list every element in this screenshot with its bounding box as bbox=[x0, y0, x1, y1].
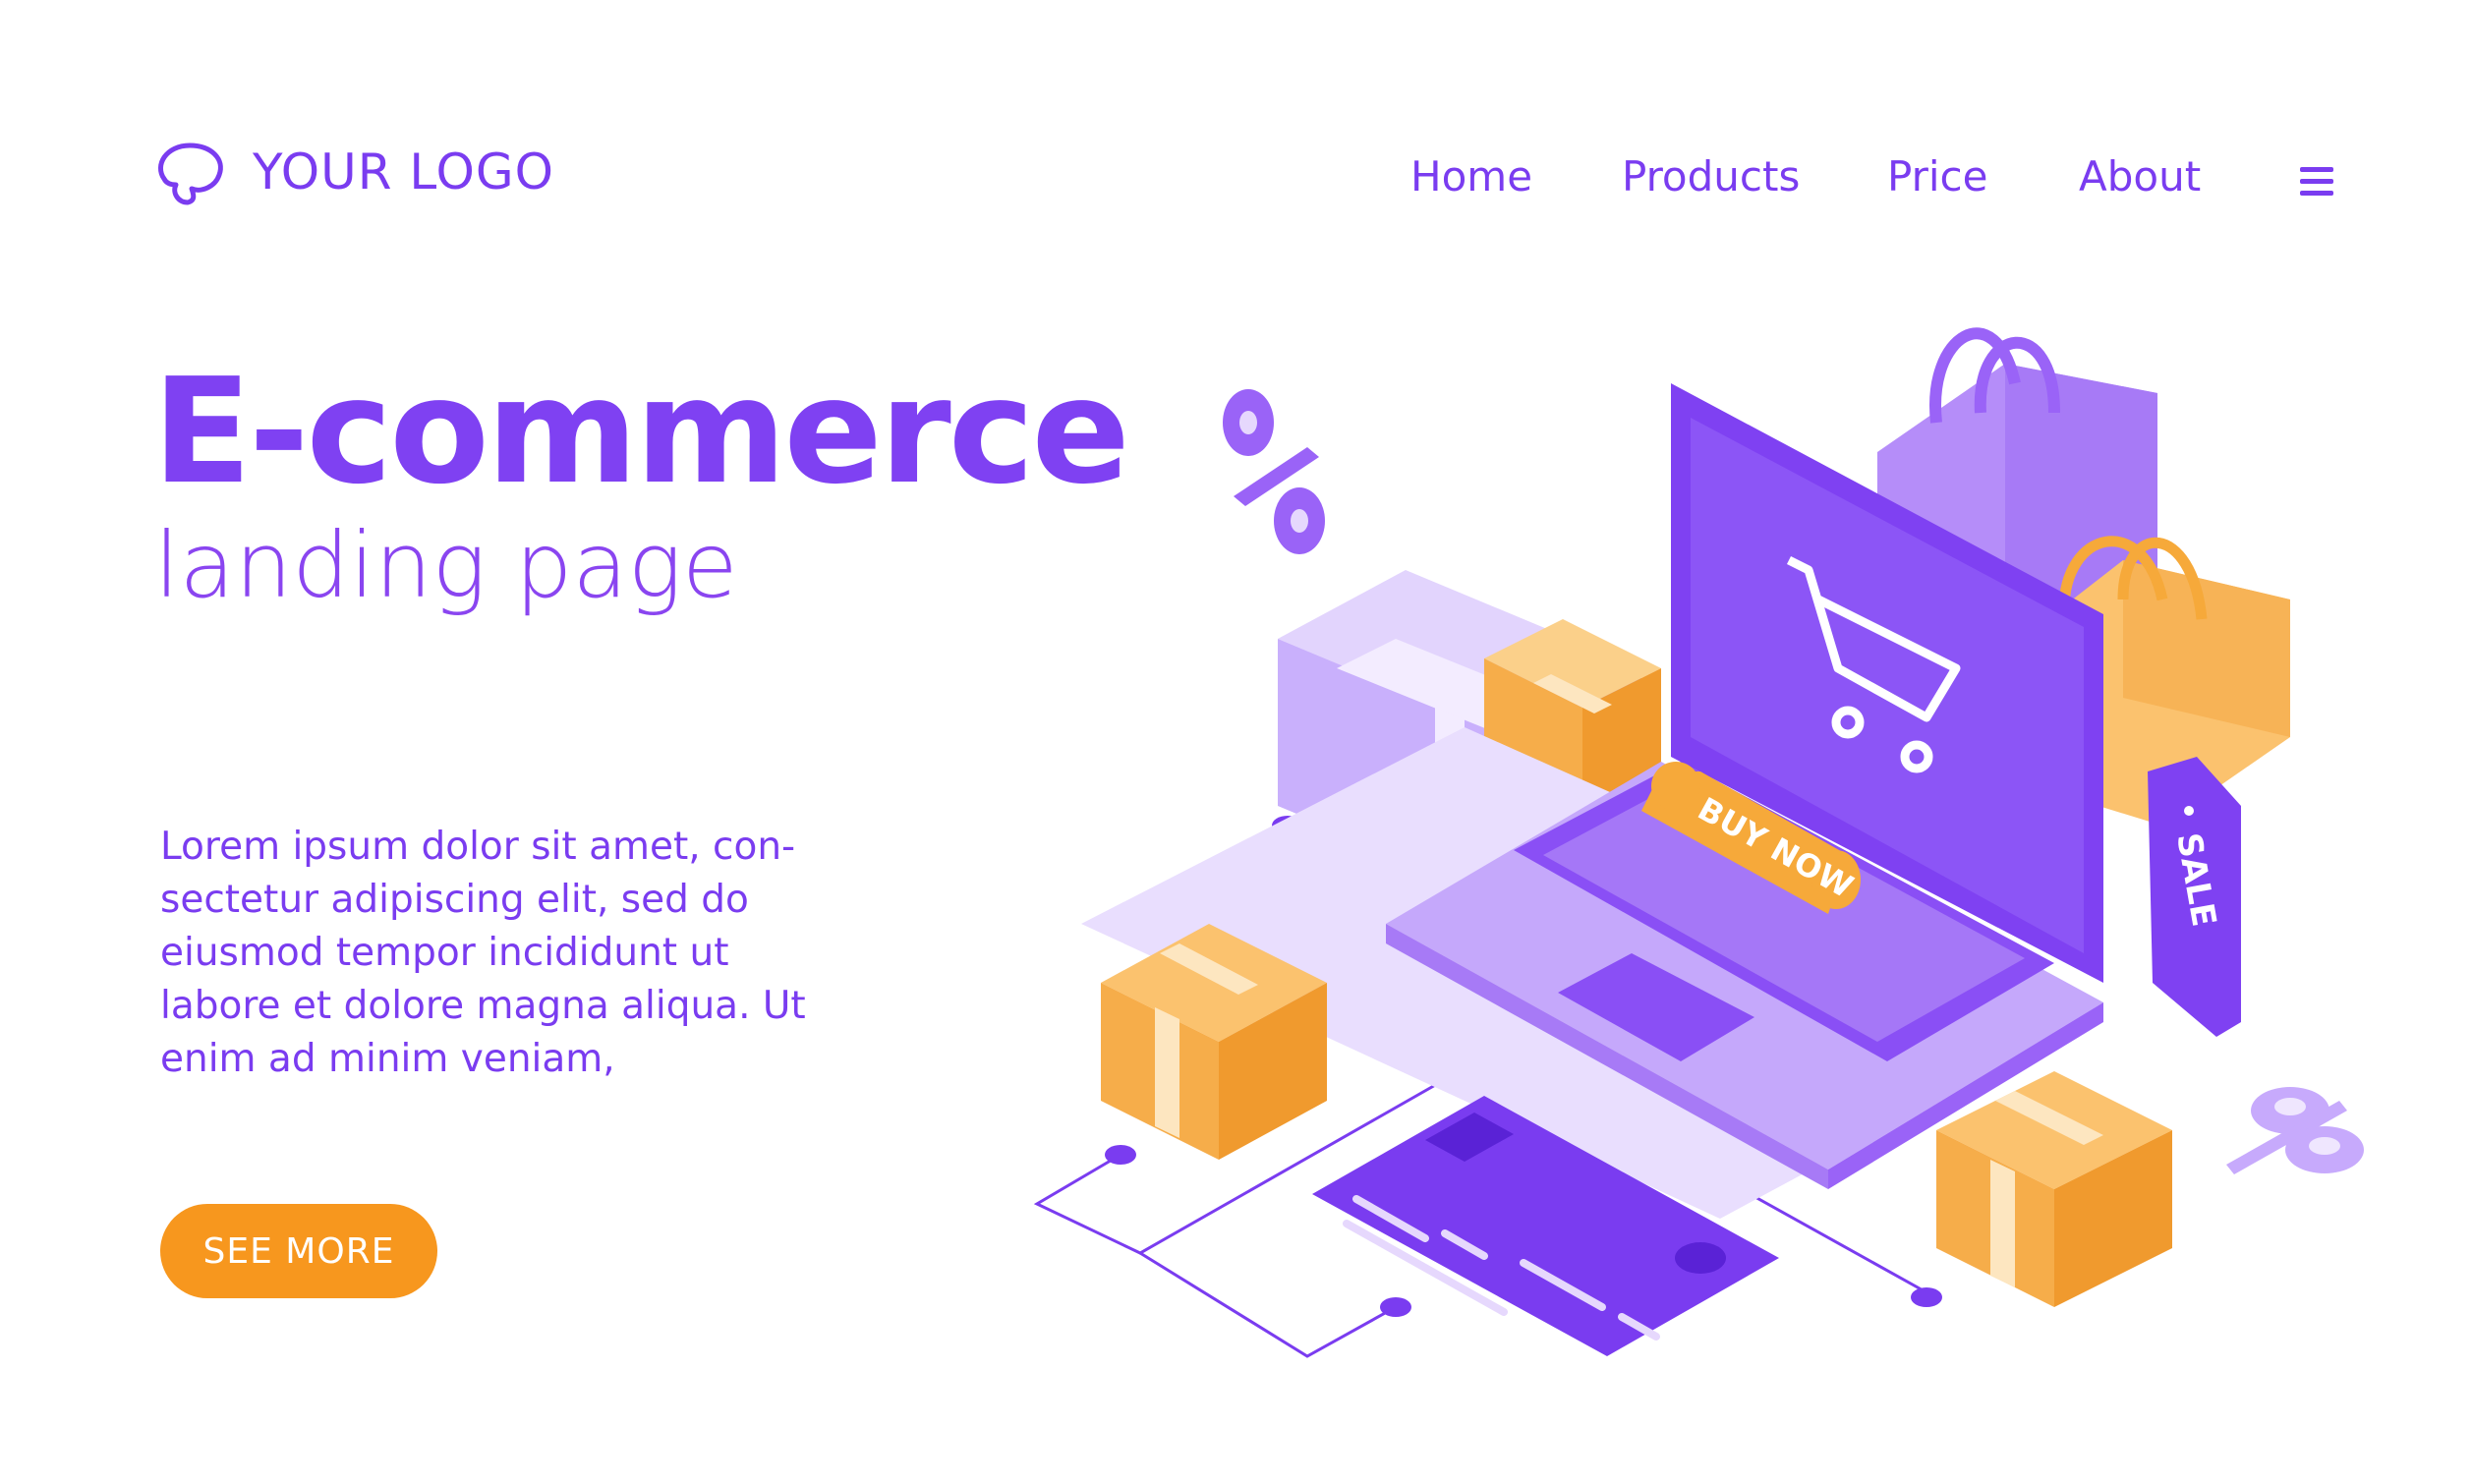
nav-price[interactable]: Price bbox=[1887, 152, 1987, 200]
hero-description-line: sectetur adipiscing elit, sed do bbox=[160, 878, 749, 922]
percent-icon bbox=[2226, 1087, 2364, 1174]
ecommerce-illustration: BUY NOW SALE bbox=[1033, 327, 2364, 1358]
hero-description-line: Lorem ipsum dolor sit amet, con- bbox=[160, 825, 796, 869]
menu-icon[interactable] bbox=[2300, 167, 2333, 202]
percent-icon bbox=[1223, 389, 1325, 554]
nav-products[interactable]: Products bbox=[1622, 152, 1800, 200]
package-box bbox=[1936, 1071, 2172, 1307]
see-more-button[interactable]: SEE MORE bbox=[160, 1204, 437, 1298]
nav-about[interactable]: About bbox=[2079, 152, 2201, 200]
sale-tag: SALE bbox=[2148, 757, 2241, 1037]
hero-subtitle: landing page bbox=[154, 513, 738, 618]
hero-title: E-commerce bbox=[152, 347, 1130, 516]
hero-description-line: enim ad minim veniam, bbox=[160, 1037, 615, 1081]
main-nav: Home Products Price About bbox=[0, 152, 2472, 211]
hero-description-line: eiusmod tempor incididunt ut bbox=[160, 931, 729, 975]
hero-description-line: labore et dolore magna aliqua. Ut bbox=[160, 984, 806, 1028]
nav-home[interactable]: Home bbox=[1410, 152, 1532, 200]
hero-description: Lorem ipsum dolor sit amet, con- sectetu… bbox=[160, 821, 848, 1086]
